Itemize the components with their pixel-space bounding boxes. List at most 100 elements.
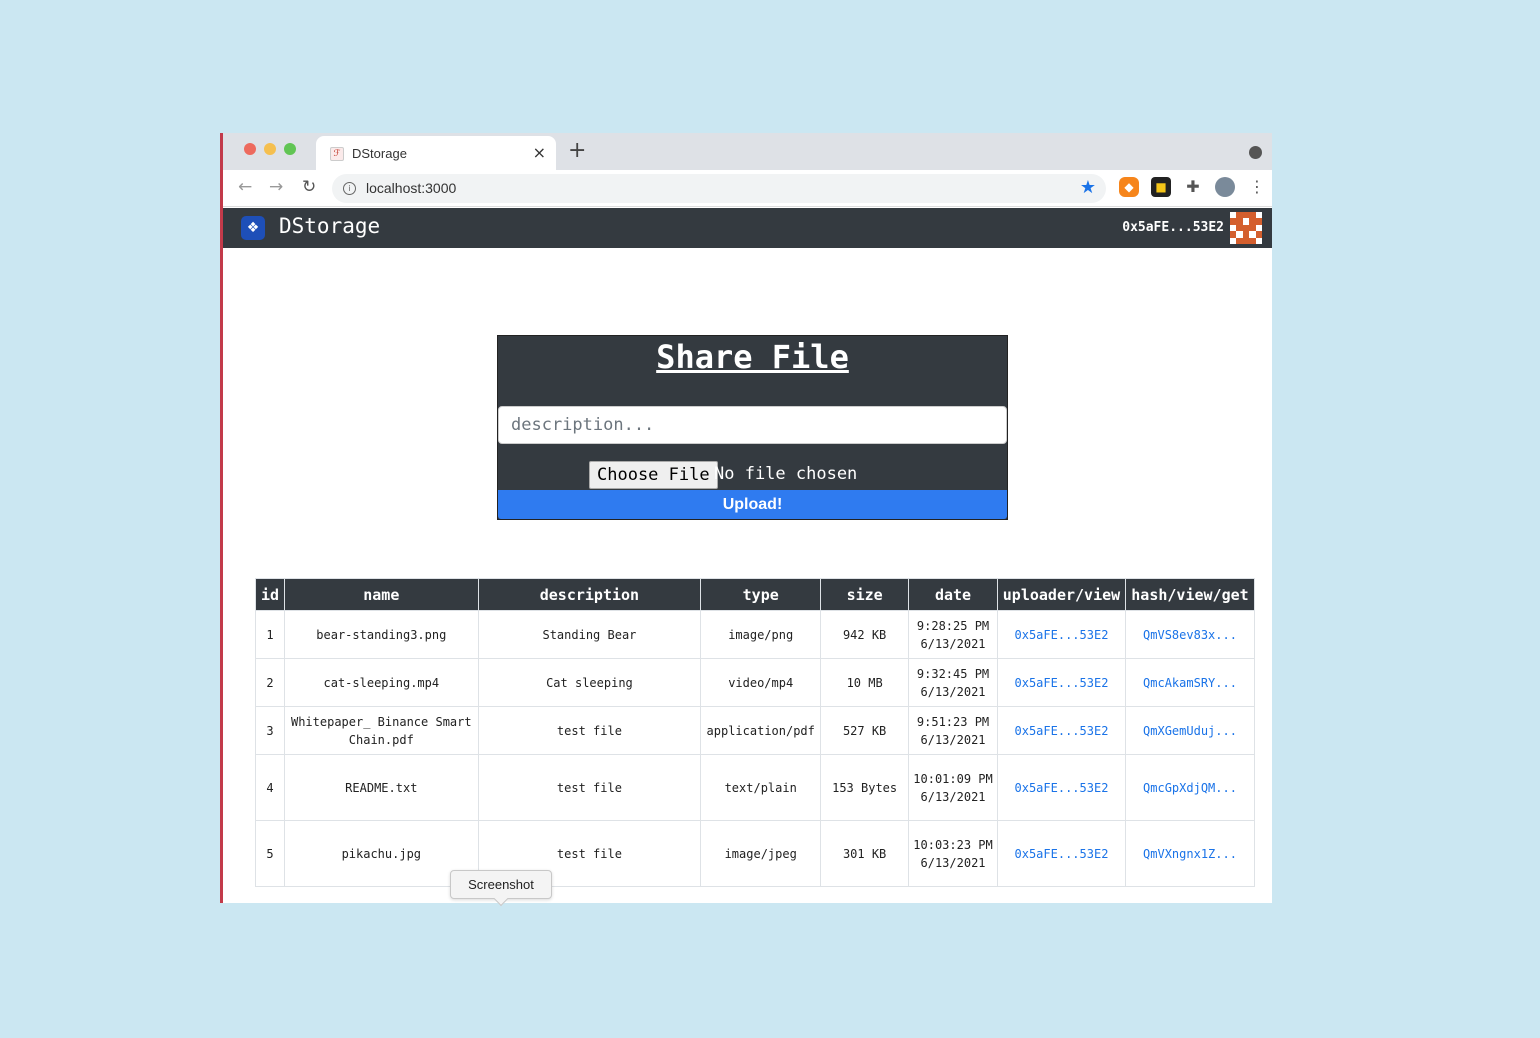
- info-icon[interactable]: i: [343, 182, 356, 195]
- date-day: 6/13/2021: [920, 855, 986, 870]
- cell-date: 10:03:23 PM 6/13/2021: [908, 820, 998, 887]
- cell-id: 2: [255, 658, 285, 707]
- header-hash: hash/view/get: [1124, 578, 1256, 611]
- cell-id: 4: [255, 754, 285, 821]
- cell-size: 153 Bytes: [820, 754, 910, 821]
- cell-hash: QmVS8ev83x...: [1124, 610, 1256, 659]
- cell-name: README.txt: [283, 754, 479, 821]
- identicon-cell: [1255, 237, 1262, 244]
- cell-date: 9:32:45 PM 6/13/2021: [908, 658, 998, 707]
- browser-window: ℱ DStorage × + ← → ↻ i localhost:3000 ★ …: [220, 133, 1272, 903]
- header-date: date: [908, 578, 998, 611]
- header-description: description: [477, 578, 702, 611]
- cell-size: 10 MB: [820, 658, 910, 707]
- bookmark-star-icon[interactable]: ★: [1080, 177, 1096, 198]
- minimize-window-button[interactable]: [264, 143, 276, 155]
- account-identicon-icon: [1230, 212, 1262, 244]
- date-time: 9:51:23 PM: [916, 714, 990, 729]
- date-time: 10:03:23 PM: [913, 837, 993, 852]
- table-row: 5 pikachu.jpg test file image/jpeg 301 K…: [255, 820, 1256, 887]
- screenshot-tooltip: Screenshot: [450, 870, 552, 899]
- header-uploader: uploader/view: [996, 578, 1126, 611]
- hash-link[interactable]: QmVXngnx1Z...: [1143, 847, 1237, 861]
- brand-title[interactable]: DStorage: [279, 214, 380, 238]
- account-address: 0x5aFE...53E2: [1122, 220, 1224, 235]
- reload-button[interactable]: ↻: [302, 177, 316, 197]
- cell-uploader: 0x5aFE...53E2: [996, 610, 1126, 659]
- cell-type: image/jpeg: [700, 820, 822, 887]
- cell-size: 301 KB: [820, 820, 910, 887]
- tab-search-icon[interactable]: [1249, 146, 1262, 159]
- cell-type: image/png: [700, 610, 822, 659]
- date-day: 6/13/2021: [920, 636, 986, 651]
- hash-link[interactable]: QmVS8ev83x...: [1143, 628, 1237, 642]
- tab-title: DStorage: [352, 146, 407, 161]
- share-file-card: Share File Choose File No file chosen Up…: [497, 335, 1008, 520]
- cell-name: Whitepaper_ Binance Smart Chain.pdf: [283, 706, 479, 755]
- date-time: 9:28:25 PM: [916, 618, 990, 633]
- extensions-puzzle-icon[interactable]: ✚: [1183, 177, 1203, 197]
- address-bar[interactable]: i localhost:3000 ★: [332, 174, 1106, 203]
- browser-menu-icon[interactable]: ⋮: [1247, 177, 1267, 197]
- cell-uploader: 0x5aFE...53E2: [996, 658, 1126, 707]
- date-day: 6/13/2021: [920, 732, 986, 747]
- table-header-row: id name description type size date uploa…: [255, 578, 1256, 611]
- profile-avatar[interactable]: [1215, 177, 1235, 197]
- uploader-link[interactable]: 0x5aFE...53E2: [1015, 676, 1109, 690]
- cell-name: bear-standing3.png: [283, 610, 479, 659]
- cell-id: 5: [255, 820, 285, 887]
- header-name: name: [283, 578, 479, 611]
- header-id: id: [255, 578, 285, 611]
- tab-bar: ℱ DStorage × +: [223, 133, 1272, 170]
- metamask-extension-icon[interactable]: ◆: [1119, 177, 1139, 197]
- header-size: size: [820, 578, 910, 611]
- cell-date: 9:28:25 PM 6/13/2021: [908, 610, 998, 659]
- cell-description: Cat sleeping: [477, 658, 702, 707]
- cell-date: 10:01:09 PM 6/13/2021: [908, 754, 998, 821]
- dropbox-logo-icon: ❖: [241, 216, 265, 240]
- url-text[interactable]: localhost:3000: [366, 180, 456, 196]
- cell-hash: QmcAkamSRY...: [1124, 658, 1256, 707]
- tab-close-icon[interactable]: ×: [533, 143, 546, 162]
- cell-hash: QmVXngnx1Z...: [1124, 820, 1256, 887]
- close-window-button[interactable]: [244, 143, 256, 155]
- browser-toolbar: ← → ↻ i localhost:3000 ★ ◆ ■ ✚ ⋮: [223, 170, 1272, 207]
- hash-link[interactable]: QmcGpXdjQM...: [1143, 781, 1237, 795]
- table-row: 1 bear-standing3.png Standing Bear image…: [255, 610, 1256, 659]
- cell-hash: QmXGemUduj...: [1124, 706, 1256, 755]
- extension-box-icon[interactable]: ■: [1151, 177, 1171, 197]
- uploader-link[interactable]: 0x5aFE...53E2: [1015, 628, 1109, 642]
- maximize-window-button[interactable]: [284, 143, 296, 155]
- cell-id: 3: [255, 706, 285, 755]
- cell-description: test file: [477, 754, 702, 821]
- cell-name: cat-sleeping.mp4: [283, 658, 479, 707]
- files-table: id name description type size date uploa…: [255, 578, 1256, 887]
- no-file-chosen-text: No file chosen: [714, 464, 858, 484]
- hash-link[interactable]: QmcAkamSRY...: [1143, 676, 1237, 690]
- cell-hash: QmcGpXdjQM...: [1124, 754, 1256, 821]
- choose-file-button[interactable]: Choose File: [589, 461, 718, 489]
- cell-date: 9:51:23 PM 6/13/2021: [908, 706, 998, 755]
- uploader-link[interactable]: 0x5aFE...53E2: [1015, 724, 1109, 738]
- forward-button[interactable]: →: [269, 177, 283, 197]
- favicon-icon: ℱ: [330, 147, 344, 161]
- date-time: 9:32:45 PM: [916, 666, 990, 681]
- upload-button[interactable]: Upload!: [498, 490, 1007, 519]
- cell-size: 942 KB: [820, 610, 910, 659]
- cell-uploader: 0x5aFE...53E2: [996, 706, 1126, 755]
- cell-description: Standing Bear: [477, 610, 702, 659]
- uploader-link[interactable]: 0x5aFE...53E2: [1015, 847, 1109, 861]
- cell-uploader: 0x5aFE...53E2: [996, 754, 1126, 821]
- new-tab-button[interactable]: +: [568, 138, 586, 163]
- hash-link[interactable]: QmXGemUduj...: [1143, 724, 1237, 738]
- table-row: 4 README.txt test file text/plain 153 By…: [255, 754, 1256, 821]
- cell-description: test file: [477, 706, 702, 755]
- tab-dstorage[interactable]: ℱ DStorage ×: [316, 136, 556, 170]
- table-row: 3 Whitepaper_ Binance Smart Chain.pdf te…: [255, 706, 1256, 755]
- uploader-link[interactable]: 0x5aFE...53E2: [1015, 781, 1109, 795]
- cell-type: video/mp4: [700, 658, 822, 707]
- description-input[interactable]: [498, 406, 1007, 444]
- back-button[interactable]: ←: [238, 177, 252, 197]
- date-day: 6/13/2021: [920, 684, 986, 699]
- app-navbar: ❖ DStorage 0x5aFE...53E2: [223, 208, 1272, 248]
